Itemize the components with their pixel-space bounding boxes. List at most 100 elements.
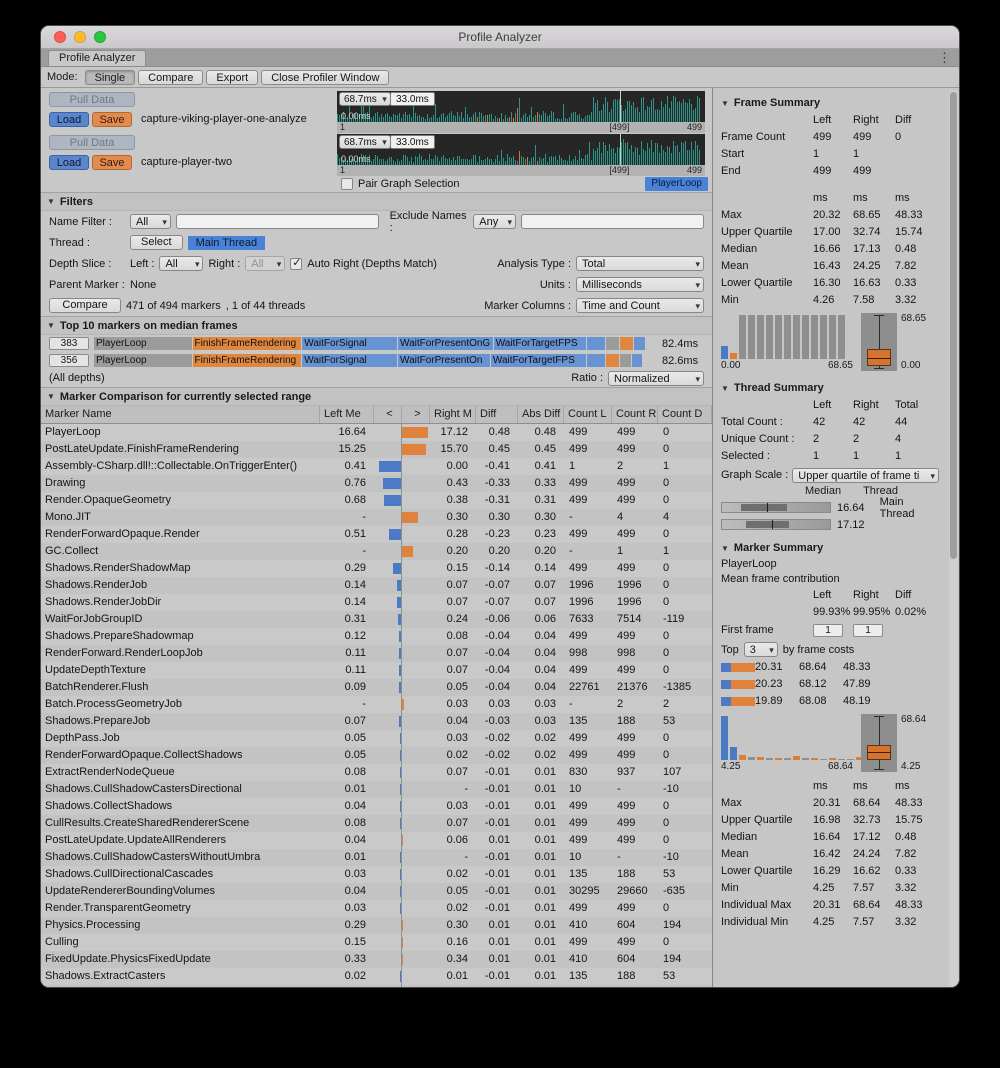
table-row[interactable]: Shadows.RenderJobDir0.140.07-0.070.07199… — [41, 594, 712, 611]
name-filter-input[interactable] — [176, 214, 379, 229]
left-range-dropdown[interactable]: 68.7ms — [339, 92, 391, 106]
thread-select-button[interactable]: Select — [130, 235, 183, 250]
table-row[interactable]: Shadows.ExtractCasters0.020.01-0.010.011… — [41, 968, 712, 985]
top10-segment[interactable]: WaitForPresentOn — [398, 354, 491, 367]
pull-data-left-button[interactable]: Pull Data — [49, 92, 135, 107]
table-row[interactable]: CullResults.CreateSharedRendererScene0.0… — [41, 815, 712, 832]
table-row[interactable]: UpdateDepthTexture0.110.07-0.040.0449949… — [41, 662, 712, 679]
table-row[interactable]: Assembly-CSharp.dll!::Collectable.OnTrig… — [41, 458, 712, 475]
table-row[interactable]: Render.TransparentGeometry0.030.02-0.010… — [41, 900, 712, 917]
export-button[interactable]: Export — [206, 70, 258, 85]
first-frame-right-button[interactable]: 1 — [853, 624, 883, 637]
column-header-marker-name[interactable]: Marker Name — [41, 406, 320, 423]
depth-left-dropdown[interactable]: All — [159, 256, 203, 271]
table-row[interactable]: Shadows.CollectShadows0.040.03-0.010.014… — [41, 798, 712, 815]
marker-summary-header[interactable]: ▼ Marker Summary — [721, 539, 939, 557]
table-row[interactable]: Batch.ProcessGeometryJob-0.030.030.03-22 — [41, 696, 712, 713]
first-frame-left-button[interactable]: 1 — [813, 624, 843, 637]
units-dropdown[interactable]: Milliseconds — [576, 277, 704, 292]
table-row[interactable]: PostLateUpdate.FinishFrameRendering15.25… — [41, 441, 712, 458]
table-row[interactable]: RenderForwardOpaque.Render0.510.28-0.230… — [41, 526, 712, 543]
table-row[interactable]: Physics.Processing0.290.300.010.01410604… — [41, 917, 712, 934]
zoom-window-icon[interactable] — [94, 31, 106, 43]
minimize-window-icon[interactable] — [74, 31, 86, 43]
table-row[interactable]: Shadows.CullDirectionalCascades0.030.02-… — [41, 866, 712, 883]
depth-right-dropdown[interactable]: All — [245, 256, 285, 271]
left-frame-graph[interactable]: 68.7ms 33.0ms 0.00ms — [337, 91, 705, 122]
top10-segment[interactable] — [606, 337, 620, 350]
filters-section-header[interactable]: ▼ Filters — [41, 192, 712, 211]
selected-marker-chip[interactable]: PlayerLoop — [645, 177, 708, 191]
table-row[interactable]: BatchRenderer.Flush0.090.05-0.040.042276… — [41, 679, 712, 696]
table-row[interactable]: PostLateUpdate.UpdateAllRenderers0.040.0… — [41, 832, 712, 849]
title-bar[interactable]: Profile Analyzer — [41, 26, 959, 49]
ratio-dropdown[interactable]: Normalized — [608, 371, 704, 386]
pull-data-right-button[interactable]: Pull Data — [49, 135, 135, 150]
right-frame-graph[interactable]: 68.7ms 33.0ms 0.00ms — [337, 134, 705, 165]
table-row[interactable]: FixedUpdate.PhysicsFixedUpdate0.330.340.… — [41, 951, 712, 968]
top10-segment[interactable]: WaitForPresentOnG — [398, 337, 494, 350]
right-range-dropdown[interactable]: 68.7ms — [339, 135, 391, 149]
column-header-5[interactable]: Diff — [476, 406, 518, 423]
frame-summary-header[interactable]: ▼ Frame Summary — [721, 94, 939, 112]
exclude-names-input[interactable] — [521, 214, 704, 229]
table-row[interactable]: WaitForJobGroupID0.310.24-0.060.06763375… — [41, 611, 712, 628]
column-header-2[interactable]: < — [374, 406, 402, 423]
table-row[interactable]: Culling0.150.160.010.014994990 — [41, 934, 712, 951]
save-left-button[interactable]: Save — [92, 112, 132, 127]
graph-scale-dropdown[interactable]: Upper quartile of frame ti — [792, 468, 939, 483]
top10-segment[interactable] — [620, 354, 631, 367]
kebab-menu-icon[interactable]: ⋮ — [938, 50, 951, 66]
scrollbar-thumb[interactable] — [950, 92, 957, 559]
top10-section-header[interactable]: ▼ Top 10 markers on median frames — [41, 316, 712, 335]
column-header-9[interactable]: Count D — [658, 406, 712, 423]
table-row[interactable]: UpdateRendererBoundingVolumes0.040.05-0.… — [41, 883, 712, 900]
close-profiler-window-button[interactable]: Close Profiler Window — [261, 70, 389, 85]
top10-segment[interactable]: FinishFrameRendering — [193, 337, 303, 350]
table-row[interactable]: ExtractRenderNodeQueue0.080.07-0.010.018… — [41, 764, 712, 781]
median-frame-button[interactable]: 383 — [49, 337, 89, 350]
top10-segment[interactable] — [634, 337, 645, 350]
column-header-7[interactable]: Count L — [564, 406, 612, 423]
load-left-button[interactable]: Load — [49, 112, 89, 127]
top10-segment[interactable] — [606, 354, 620, 367]
table-row[interactable]: Shadows.PrepareJob0.070.04-0.030.0313518… — [41, 713, 712, 730]
top10-segment[interactable]: PlayerLoop — [94, 337, 193, 350]
auto-right-checkbox[interactable] — [290, 258, 302, 270]
marker-columns-dropdown[interactable]: Time and Count — [576, 298, 704, 313]
mode-compare-button[interactable]: Compare — [138, 70, 203, 85]
save-right-button[interactable]: Save — [92, 155, 132, 170]
column-header-1[interactable]: Left Me — [320, 406, 374, 423]
table-row[interactable]: Mono.JIT-0.300.300.30-44 — [41, 509, 712, 526]
column-header-3[interactable]: > — [402, 406, 430, 423]
compare-button[interactable]: Compare — [49, 298, 121, 313]
comparison-section-header[interactable]: ▼ Marker Comparison for currently select… — [41, 387, 712, 406]
load-right-button[interactable]: Load — [49, 155, 89, 170]
exclude-mode-dropdown[interactable]: Any — [473, 214, 516, 229]
top10-segment[interactable] — [587, 337, 607, 350]
table-row[interactable]: Shadows.RenderShadowMap0.290.15-0.140.14… — [41, 560, 712, 577]
table-row[interactable]: Drawing0.760.43-0.330.334994990 — [41, 475, 712, 492]
top10-segment[interactable]: WaitForSignal — [302, 354, 398, 367]
median-frame-button[interactable]: 356 — [49, 354, 89, 367]
top-count-dropdown[interactable]: 3 — [744, 642, 778, 657]
column-header-8[interactable]: Count R — [612, 406, 658, 423]
table-row[interactable]: GC.Collect-0.200.200.20-11 — [41, 543, 712, 560]
top10-segment[interactable] — [620, 337, 634, 350]
column-header-6[interactable]: Abs Diff▼ — [518, 406, 564, 423]
top10-segment[interactable] — [587, 354, 607, 367]
table-row[interactable]: RenderForward.RenderLoopJob0.110.07-0.04… — [41, 645, 712, 662]
table-row[interactable]: Shadows.PrepareShadowmap0.120.08-0.040.0… — [41, 628, 712, 645]
top10-segment[interactable]: PlayerLoop — [94, 354, 193, 367]
table-row[interactable]: DepthPass.Job0.050.03-0.020.024994990 — [41, 730, 712, 747]
top10-segment[interactable]: FinishFrameRendering — [193, 354, 303, 367]
table-row[interactable]: Render.OpaqueGeometry0.680.38-0.310.3149… — [41, 492, 712, 509]
summary-scrollbar[interactable] — [949, 90, 958, 988]
thread-summary-header[interactable]: ▼ Thread Summary — [721, 379, 939, 397]
table-row[interactable]: Shadows.CullShadowCastersDirectional0.01… — [41, 781, 712, 798]
top10-segment[interactable]: WaitForSignal — [302, 337, 398, 350]
column-header-4[interactable]: Right M — [430, 406, 476, 423]
top10-segment[interactable]: WaitForTargetFPS — [491, 354, 587, 367]
table-row[interactable]: ParticleSystem.UpdateJob0.010.010.010.01… — [41, 985, 712, 988]
tab-profile-analyzer[interactable]: Profile Analyzer — [48, 50, 146, 66]
